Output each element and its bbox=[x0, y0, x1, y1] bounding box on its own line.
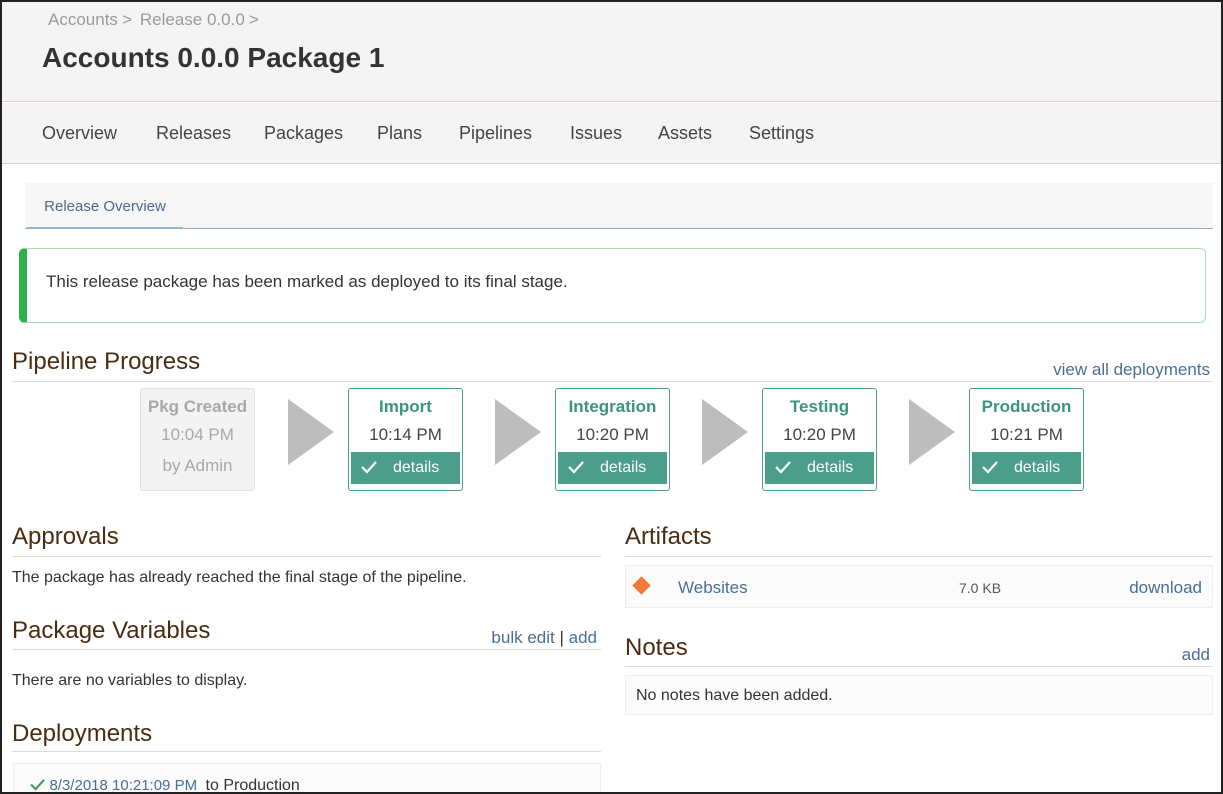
app-frame: Accounts > Release 0.0.0 > Accounts 0.0.0 P… bbox=[0, 0, 1223, 794]
notes-empty-text: No notes have been added. bbox=[636, 687, 833, 704]
stage-name: Import bbox=[379, 397, 432, 416]
check-icon bbox=[775, 461, 791, 474]
deployment-timestamp-link[interactable]: 8/3/2018 10:21:09 PM bbox=[49, 777, 197, 792]
nav-issues[interactable]: Issues bbox=[570, 123, 622, 144]
stage-details-button[interactable]: details bbox=[972, 452, 1081, 484]
section-divider bbox=[12, 649, 601, 650]
stage-name: Pkg Created bbox=[147, 397, 248, 416]
notes-box: No notes have been added. bbox=[625, 675, 1213, 715]
list-item: 8/3/2018 10:21:09 PM to Production bbox=[30, 777, 300, 794]
section-divider bbox=[12, 751, 601, 752]
section-divider bbox=[625, 666, 1213, 667]
stage-details-button[interactable]: details bbox=[558, 452, 667, 484]
tab-release-overview[interactable]: Release Overview bbox=[27, 183, 183, 229]
stage-name: Production bbox=[981, 397, 1072, 416]
breadcrumb-release[interactable]: Release 0.0.0 bbox=[140, 10, 245, 29]
stage-details-button[interactable]: details bbox=[765, 452, 874, 484]
artifact-name-link[interactable]: Websites bbox=[678, 578, 748, 598]
artifact-size: 7.0 KB bbox=[959, 580, 1002, 596]
page-title: Accounts 0.0.0 Package 1 bbox=[42, 42, 385, 73]
stage-details-button[interactable]: details bbox=[351, 452, 460, 484]
stage-pkg-created: Pkg Created 10:04 PM by Admin bbox=[140, 388, 255, 491]
add-note-link[interactable]: add bbox=[1182, 645, 1210, 665]
nav-plans[interactable]: Plans bbox=[377, 123, 422, 144]
stage-integration: Integration 10:20 PM details bbox=[555, 388, 670, 491]
approvals-title: Approvals bbox=[12, 523, 119, 550]
approvals-text: The package has already reached the fina… bbox=[12, 569, 467, 586]
check-icon bbox=[982, 461, 998, 474]
arrow-right-icon bbox=[909, 399, 955, 465]
arrow-right-icon bbox=[288, 399, 334, 465]
success-alert: This release package has been marked as … bbox=[19, 248, 1206, 323]
package-variables-title: Package Variables bbox=[12, 617, 211, 644]
section-divider bbox=[625, 556, 1213, 557]
deployments-list: 8/3/2018 10:21:09 PM to Production bbox=[13, 763, 601, 794]
stage-time: 10:04 PM bbox=[161, 425, 234, 444]
nav-overview[interactable]: Overview bbox=[42, 123, 117, 144]
check-icon bbox=[568, 461, 584, 474]
action-separator: | bbox=[559, 628, 564, 647]
check-icon bbox=[30, 779, 45, 791]
stage-time: 10:20 PM bbox=[783, 425, 856, 444]
arrow-right-icon bbox=[495, 399, 541, 465]
details-label: details bbox=[393, 459, 440, 476]
add-variable-link[interactable]: add bbox=[569, 628, 597, 647]
artifacts-title: Artifacts bbox=[625, 523, 712, 550]
stage-time: 10:14 PM bbox=[369, 425, 442, 444]
breadcrumb-separator: > bbox=[121, 10, 132, 29]
pipeline-progress-title: Pipeline Progress bbox=[12, 348, 201, 375]
page-header: Accounts > Release 0.0.0 > Accounts 0.0.0 P… bbox=[2, 2, 1221, 102]
stage-time: 10:21 PM bbox=[990, 425, 1063, 444]
stage-production: Production 10:21 PM details bbox=[969, 388, 1084, 491]
view-all-deployments-link[interactable]: view all deployments bbox=[1053, 360, 1210, 380]
breadcrumb-separator: > bbox=[248, 10, 259, 29]
section-divider bbox=[12, 556, 601, 557]
details-label: details bbox=[600, 459, 647, 476]
notes-title: Notes bbox=[625, 634, 688, 661]
stage-import: Import 10:14 PM details bbox=[348, 388, 463, 491]
breadcrumb-accounts[interactable]: Accounts bbox=[48, 10, 118, 29]
section-divider bbox=[12, 381, 1213, 382]
arrow-right-icon bbox=[702, 399, 748, 465]
nav-assets[interactable]: Assets bbox=[658, 123, 712, 144]
main-nav: Overview Releases Packages Plans Pipelin… bbox=[2, 103, 1221, 164]
breadcrumb: Accounts > Release 0.0.0 > bbox=[48, 10, 267, 30]
stage-testing: Testing 10:20 PM details bbox=[762, 388, 877, 491]
artifact-diamond-icon bbox=[632, 576, 651, 595]
variables-actions: bulk edit | add bbox=[491, 628, 597, 648]
stage-name: Integration bbox=[568, 397, 657, 416]
nav-packages[interactable]: Packages bbox=[264, 123, 343, 144]
stage-created-by: by Admin bbox=[162, 456, 233, 475]
details-label: details bbox=[1014, 459, 1061, 476]
stage-time: 10:20 PM bbox=[576, 425, 649, 444]
nav-releases[interactable]: Releases bbox=[156, 123, 231, 144]
deployment-target: to Production bbox=[205, 777, 300, 794]
variables-empty-text: There are no variables to display. bbox=[12, 672, 248, 689]
artifact-row: Websites 7.0 KB download bbox=[625, 565, 1213, 608]
bulk-edit-link[interactable]: bulk edit bbox=[491, 628, 554, 647]
check-icon bbox=[361, 461, 377, 474]
details-label: details bbox=[807, 459, 854, 476]
alert-message: This release package has been marked as … bbox=[46, 272, 568, 291]
nav-settings[interactable]: Settings bbox=[749, 123, 814, 144]
artifact-download-link[interactable]: download bbox=[1129, 578, 1202, 598]
nav-pipelines[interactable]: Pipelines bbox=[459, 123, 532, 144]
stage-name: Testing bbox=[789, 397, 850, 416]
subtab-bar: Release Overview bbox=[25, 183, 1213, 229]
deployments-title: Deployments bbox=[12, 720, 153, 747]
